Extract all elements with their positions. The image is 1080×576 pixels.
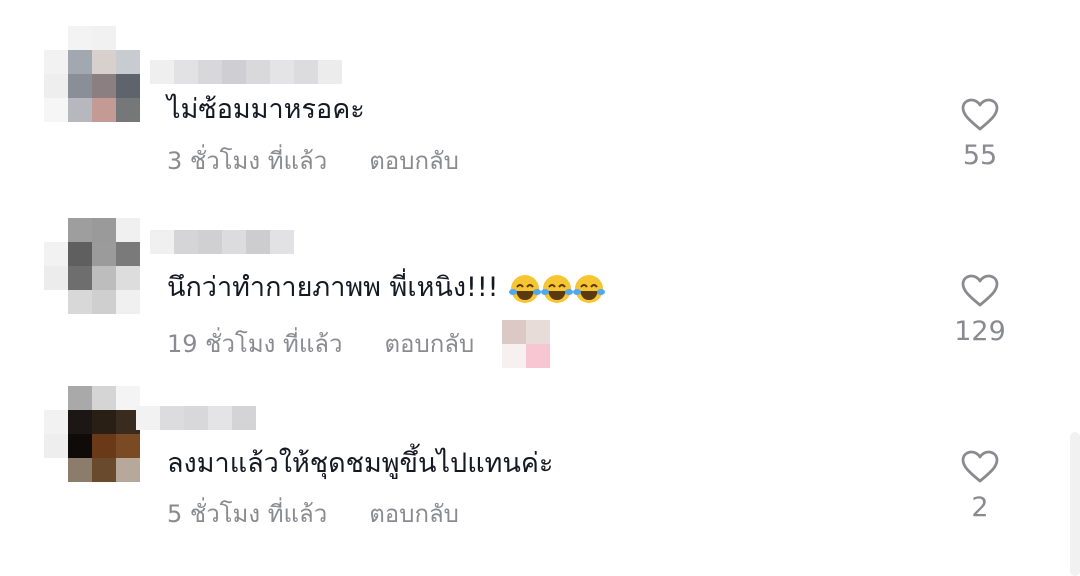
comment-item: ลงมาแล้วให้ชุดชมพูขึ้นไปแทนค่ะ 5 ชั่วโมง… <box>0 370 1080 576</box>
avatar[interactable] <box>44 26 140 122</box>
comment-item: นึกว่าทำกายภาพพ พี่เหนิง!!! 19 ชั่วโมง ท… <box>0 190 1080 370</box>
username-redacted[interactable] <box>150 230 294 254</box>
like-count: 2 <box>971 492 989 523</box>
scrollbar[interactable] <box>1070 432 1080 576</box>
reply-button[interactable]: ตอบกลับ <box>384 328 474 360</box>
avatar[interactable] <box>44 218 140 314</box>
comment-timestamp: 19 ชั่วโมง ที่แล้ว <box>167 330 343 358</box>
like-count: 129 <box>954 316 1006 347</box>
heart-icon[interactable] <box>961 450 999 484</box>
comment-meta: 19 ชั่วโมง ที่แล้ว ตอบกลับ <box>167 320 551 368</box>
comment-timestamp: 5 ชั่วโมง ที่แล้ว <box>167 500 328 528</box>
avatar[interactable] <box>44 386 140 482</box>
comment-meta: 3 ชั่วโมง ที่แล้ว ตอบกลับ <box>167 145 459 177</box>
reply-button[interactable]: ตอบกลับ <box>369 145 459 177</box>
like-control[interactable]: 2 <box>930 450 1030 526</box>
username-redacted[interactable] <box>136 406 256 430</box>
comment-meta: 5 ชั่วโมง ที่แล้ว ตอบกลับ <box>167 498 459 530</box>
username-redacted[interactable] <box>150 60 342 84</box>
heart-icon[interactable] <box>961 98 999 132</box>
comment-text: ลงมาแล้วให้ชุดชมพูขึ้นไปแทนค่ะ <box>167 448 554 479</box>
comment-text: ไม่ซ้อมมาหรอคะ <box>167 94 365 125</box>
comment-item: ไม่ซ้อมมาหรอคะ 3 ชั่วโมง ที่แล้ว ตอบกลับ… <box>0 0 1080 190</box>
tears-of-joy-emoji-icon <box>509 274 606 303</box>
heart-icon[interactable] <box>961 274 999 308</box>
like-control[interactable]: 129 <box>930 274 1030 350</box>
comment-timestamp: 3 ชั่วโมง ที่แล้ว <box>167 147 328 175</box>
like-count: 55 <box>962 140 998 171</box>
comment-text: นึกว่าทำกายภาพพ พี่เหนิง!!! <box>167 270 606 306</box>
comment-list: ไม่ซ้อมมาหรอคะ 3 ชั่วโมง ที่แล้ว ตอบกลับ… <box>0 0 1080 576</box>
like-control[interactable]: 55 <box>930 98 1030 174</box>
sticker-thumbnail-redacted[interactable] <box>502 320 551 368</box>
reply-button[interactable]: ตอบกลับ <box>369 498 459 530</box>
